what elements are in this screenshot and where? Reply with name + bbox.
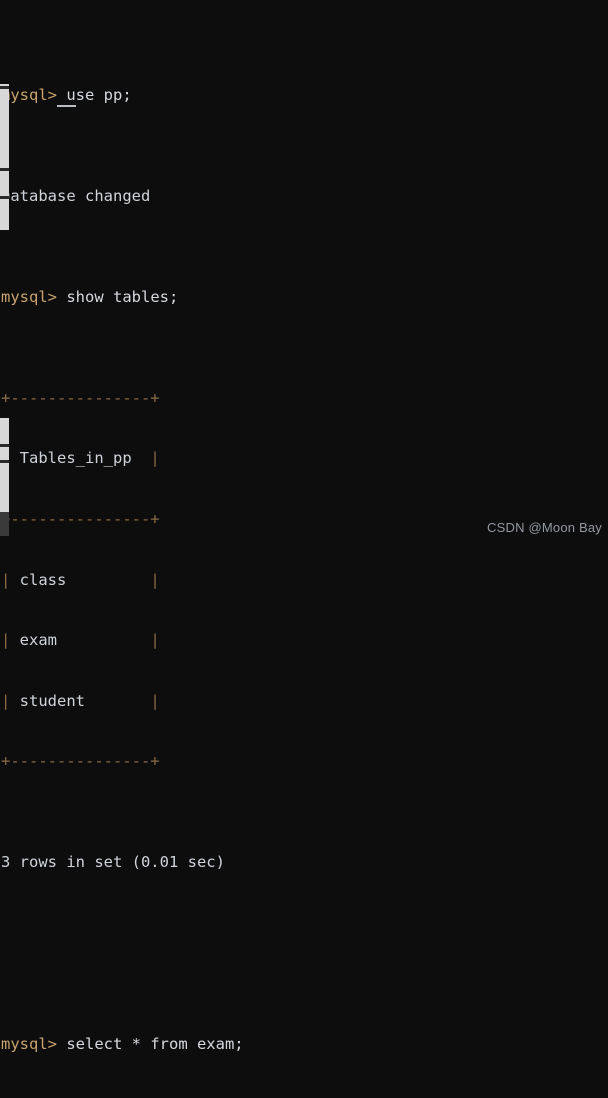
border-text: | — [85, 691, 160, 710]
table-row: | student | — [1, 691, 608, 711]
mysql-prompt: mysql> — [1, 1035, 57, 1054]
table-name-student: student — [19, 691, 85, 710]
status-rows-in-set: 3 rows in set (0.01 sec) — [1, 853, 225, 872]
terminal-line-use-db: mysql> use pp; — [1, 85, 608, 107]
table-header-row: | Tables_in_pp | — [1, 448, 608, 468]
border-text: | — [131, 449, 160, 468]
border-text: | — [1, 570, 20, 589]
terminal-output-area[interactable]: mysql> use pp; Database changed mysql> s… — [0, 0, 608, 1053]
table-name-class: class — [19, 570, 67, 589]
border-text: +---------------+ — [1, 388, 160, 407]
border-text: | — [1, 691, 20, 710]
scrollbar-thumb[interactable] — [0, 512, 9, 536]
mysql-prompt: mysql> — [1, 85, 57, 104]
table-row: | exam | — [1, 630, 608, 650]
scrollbar-mark — [0, 168, 9, 171]
scrollbar-track-upper[interactable] — [0, 84, 9, 230]
scrollbar-mark — [0, 444, 9, 447]
scrollbar[interactable] — [0, 0, 9, 549]
terminal-line-show-tables: mysql> show tables; — [1, 287, 608, 307]
border-text: | — [1, 631, 20, 650]
border-text: | — [57, 631, 160, 650]
output-database-changed: Database changed — [1, 186, 151, 205]
command-use-pp: u — [57, 85, 76, 107]
terminal-line-select-exam: mysql> select * from exam; — [1, 1034, 608, 1054]
table-border-bottom: +---------------+ — [1, 751, 608, 771]
table-name-exam: exam — [19, 631, 57, 650]
scrollbar-mark — [0, 196, 9, 199]
command-show-tables: show tables; — [57, 287, 179, 306]
border-text: +---------------+ — [1, 510, 160, 528]
table-border-top: +---------------+ — [1, 388, 608, 408]
border-text: +---------------+ — [1, 752, 160, 771]
mysql-prompt: mysql> — [1, 287, 57, 306]
command-use-pp-rest: se pp; — [75, 85, 132, 104]
table-row: | class | — [1, 570, 608, 590]
scrollbar-mark — [0, 86, 9, 89]
column-header-tables-in-pp: Tables_in_pp — [19, 449, 132, 468]
terminal-line-db-changed: Database changed — [1, 186, 608, 206]
terminal-line-rowcount: 3 rows in set (0.01 sec) — [1, 852, 608, 872]
command-select-exam: select * from exam; — [57, 1035, 244, 1054]
scrollbar-mark — [0, 460, 9, 463]
watermark: CSDN @Moon Bay — [487, 520, 602, 535]
border-text: | — [66, 570, 160, 589]
